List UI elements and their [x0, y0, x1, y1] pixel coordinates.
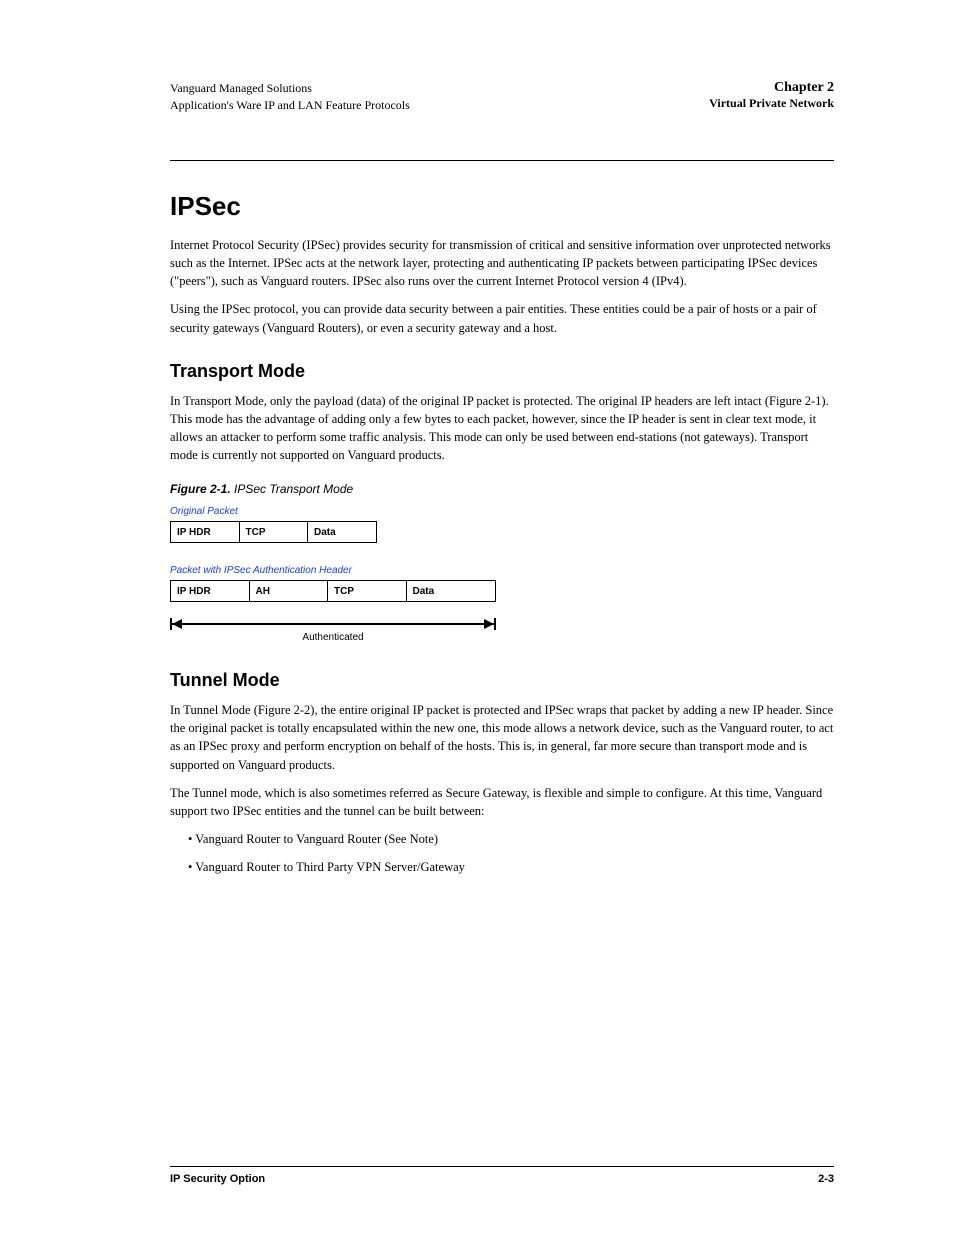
diagram-label-ipsec: Packet with IPSec Authentication Header	[170, 565, 834, 576]
original-packet-row: IP HDR TCP Data	[170, 521, 834, 543]
tunnel-paragraph-1: In Tunnel Mode (Figure 2-2), the entire …	[170, 701, 834, 774]
ipsec-paragraph-1: Internet Protocol Security (IPSec) provi…	[170, 236, 834, 290]
figure-caption: Figure 2-1. IPSec Transport Mode	[170, 482, 834, 496]
header-right: Chapter 2 Virtual Private Network	[709, 80, 834, 111]
page-footer: IP Security Option 2-3	[170, 1166, 834, 1185]
tunnel-bullet-1: • Vanguard Router to Vanguard Router (Se…	[188, 830, 834, 848]
transport-paragraph: In Transport Mode, only the payload (dat…	[170, 392, 834, 465]
authenticated-span: Authenticated	[170, 618, 496, 646]
tunnel-bullet-2-text: Vanguard Router to Third Party VPN Serve…	[195, 860, 465, 874]
section-heading-tunnel: Tunnel Mode	[170, 670, 834, 691]
arrow-cap-right	[494, 618, 496, 630]
section-heading-ipsec: IPSec	[170, 191, 834, 222]
arrow-label: Authenticated	[170, 632, 496, 643]
page-header: Vanguard Managed Solutions Application's…	[170, 80, 834, 161]
figure-id: Figure 2-1.	[170, 482, 231, 496]
transport-diagram: Original Packet IP HDR TCP Data Packet w…	[170, 506, 834, 646]
footer-left: IP Security Option	[170, 1173, 265, 1185]
tunnel-bullet-1-text: Vanguard Router to Vanguard Router (See …	[195, 832, 438, 846]
box-iphdr: IP HDR	[170, 521, 240, 543]
ipsec-packet-row: IP HDR AH TCP Data	[170, 580, 834, 602]
section-heading-transport: Transport Mode	[170, 361, 834, 382]
arrow-line	[170, 623, 496, 625]
tunnel-bullet-2: • Vanguard Router to Third Party VPN Ser…	[188, 858, 834, 876]
box-data-2: Data	[406, 580, 496, 602]
diagram-label-original: Original Packet	[170, 506, 834, 517]
box-ah: AH	[249, 580, 329, 602]
ipsec-paragraph-2: Using the IPSec protocol, you can provid…	[170, 300, 834, 336]
arrow-head-right-icon	[484, 619, 494, 629]
box-data: Data	[307, 521, 377, 543]
box-iphdr-2: IP HDR	[170, 580, 250, 602]
chapter-label: Chapter 2	[709, 80, 834, 96]
box-tcp-2: TCP	[327, 580, 407, 602]
chapter-title: Virtual Private Network	[709, 96, 834, 111]
box-tcp: TCP	[239, 521, 309, 543]
tunnel-paragraph-2: The Tunnel mode, which is also sometimes…	[170, 784, 834, 820]
figure-title: IPSec Transport Mode	[234, 482, 353, 496]
footer-page-number: 2-3	[818, 1173, 834, 1185]
